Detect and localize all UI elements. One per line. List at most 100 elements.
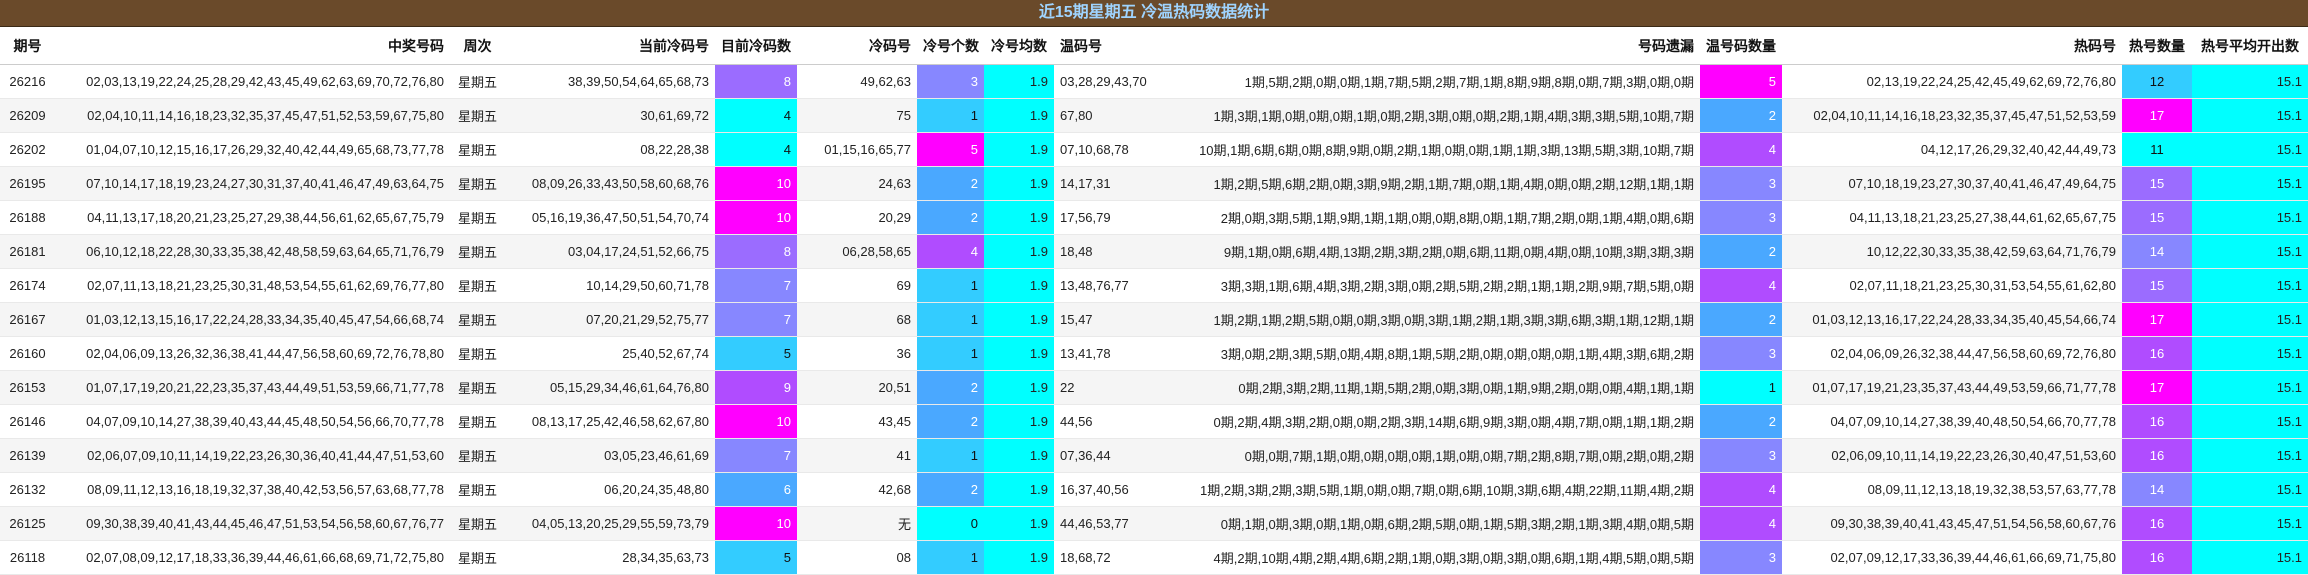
cell-cold: 43,45 xyxy=(797,404,917,439)
cell-cold-count: 1 xyxy=(917,438,984,473)
cell-cold-avg: 1.9 xyxy=(984,132,1054,167)
table-row: 26153 01,07,17,19,20,21,22,23,35,37,43,4… xyxy=(0,370,2308,405)
cell-weekday: 星期五 xyxy=(450,64,505,99)
cell-winning-numbers: 02,04,10,11,14,16,18,23,32,35,37,45,47,5… xyxy=(55,98,450,133)
cell-warm-count: 4 xyxy=(1700,132,1782,167)
cell-miss: 1期,2期,1期,2期,5期,0期,0期,3期,0期,3期,1期,2期,1期,3… xyxy=(1174,302,1700,337)
cell-hot: 01,07,17,19,21,23,35,37,43,44,49,53,59,6… xyxy=(1782,370,2122,405)
header-weekday: 周次 xyxy=(450,27,505,65)
table-row: 26216 02,03,13,19,22,24,25,28,29,42,43,4… xyxy=(0,64,2308,99)
cell-warm: 15,47 xyxy=(1054,302,1174,337)
cell-hot-count: 15 xyxy=(2122,200,2192,235)
cell-current-cold: 28,34,35,63,73 xyxy=(505,540,715,575)
panel-title: 近15期星期五 冷温热码数据统计 xyxy=(0,0,2308,27)
cell-hot-count: 15 xyxy=(2122,268,2192,303)
cell-current-cold: 05,16,19,36,47,50,51,54,70,74 xyxy=(505,200,715,235)
cell-hot: 04,11,13,18,21,23,25,27,38,44,61,62,65,6… xyxy=(1782,200,2122,235)
cell-miss: 3期,3期,1期,6期,4期,3期,2期,3期,0期,2期,5期,2期,2期,1… xyxy=(1174,268,1700,303)
cell-cold-avg: 1.9 xyxy=(984,370,1054,405)
cell-warm: 07,36,44 xyxy=(1054,438,1174,473)
table-row: 26181 06,10,12,18,22,28,30,33,35,38,42,4… xyxy=(0,234,2308,269)
cell-warm-count: 2 xyxy=(1700,98,1782,133)
cell-miss: 3期,0期,2期,3期,5期,0期,4期,8期,1期,5期,2期,0期,0期,0… xyxy=(1174,336,1700,371)
cell-current-cold: 07,20,21,29,52,75,77 xyxy=(505,302,715,337)
cell-hot-count: 17 xyxy=(2122,302,2192,337)
cell-cold-count: 2 xyxy=(917,166,984,201)
cell-hot: 08,09,11,12,13,18,19,32,38,53,57,63,77,7… xyxy=(1782,472,2122,507)
cell-hot: 04,07,09,10,14,27,38,39,40,48,50,54,66,7… xyxy=(1782,404,2122,439)
cell-current-cold-count: 10 xyxy=(715,404,797,439)
cell-cold-count: 0 xyxy=(917,506,984,541)
table-row: 26174 02,07,11,13,18,21,23,25,30,31,48,5… xyxy=(0,268,2308,303)
cell-weekday: 星期五 xyxy=(450,268,505,303)
cell-hot-avg: 15.1 xyxy=(2192,506,2308,541)
cell-hot-count: 16 xyxy=(2122,438,2192,473)
cell-hot-avg: 15.1 xyxy=(2192,370,2308,405)
cell-hot-count: 14 xyxy=(2122,234,2192,269)
cell-hot: 02,04,06,09,26,32,38,44,47,56,58,60,69,7… xyxy=(1782,336,2122,371)
cell-cold: 41 xyxy=(797,438,917,473)
cell-cold-avg: 1.9 xyxy=(984,404,1054,439)
cell-issue: 26202 xyxy=(0,132,55,167)
cell-hot: 02,07,09,12,17,33,36,39,44,46,61,66,69,7… xyxy=(1782,540,2122,575)
cell-warm: 18,48 xyxy=(1054,234,1174,269)
cell-weekday: 星期五 xyxy=(450,540,505,575)
cell-hot-count: 16 xyxy=(2122,404,2192,439)
cell-issue: 26167 xyxy=(0,302,55,337)
cell-hot-count: 17 xyxy=(2122,370,2192,405)
cell-warm-count: 5 xyxy=(1700,64,1782,99)
cell-hot-avg: 15.1 xyxy=(2192,438,2308,473)
cell-miss: 4期,2期,10期,4期,2期,4期,6期,2期,1期,0期,3期,0期,3期,… xyxy=(1174,540,1700,575)
cell-hot-avg: 15.1 xyxy=(2192,268,2308,303)
cell-cold: 06,28,58,65 xyxy=(797,234,917,269)
cell-issue: 26195 xyxy=(0,166,55,201)
cell-current-cold: 38,39,50,54,64,65,68,73 xyxy=(505,64,715,99)
cell-hot: 04,12,17,26,29,32,40,42,44,49,73 xyxy=(1782,132,2122,167)
cell-hot-avg: 15.1 xyxy=(2192,472,2308,507)
cell-warm: 07,10,68,78 xyxy=(1054,132,1174,167)
cell-cold-avg: 1.9 xyxy=(984,506,1054,541)
cell-weekday: 星期五 xyxy=(450,370,505,405)
cell-hot-count: 14 xyxy=(2122,472,2192,507)
cell-warm: 03,28,29,43,70 xyxy=(1054,64,1174,99)
cell-current-cold-count: 5 xyxy=(715,540,797,575)
cell-miss: 0期,0期,7期,1期,0期,0期,0期,0期,1期,0期,0期,7期,2期,8… xyxy=(1174,438,1700,473)
cell-weekday: 星期五 xyxy=(450,438,505,473)
cell-cold-count: 1 xyxy=(917,302,984,337)
table-row: 26195 07,10,14,17,18,19,23,24,27,30,31,3… xyxy=(0,166,2308,201)
cell-cold-avg: 1.9 xyxy=(984,438,1054,473)
cell-hot-avg: 15.1 xyxy=(2192,540,2308,575)
header-hot-avg: 热号平均开出数 xyxy=(2192,27,2308,65)
cell-issue: 26181 xyxy=(0,234,55,269)
table-row: 26167 01,03,12,13,15,16,17,22,24,28,33,3… xyxy=(0,302,2308,337)
cell-hot-avg: 15.1 xyxy=(2192,336,2308,371)
cell-weekday: 星期五 xyxy=(450,336,505,371)
cell-warm-count: 2 xyxy=(1700,302,1782,337)
cell-warm-count: 3 xyxy=(1700,200,1782,235)
cell-cold-count: 1 xyxy=(917,268,984,303)
cell-cold-avg: 1.9 xyxy=(984,64,1054,99)
cell-cold-avg: 1.9 xyxy=(984,336,1054,371)
cell-cold: 69 xyxy=(797,268,917,303)
table-row: 26139 02,06,07,09,10,11,14,19,22,23,26,3… xyxy=(0,438,2308,473)
cell-hot-avg: 15.1 xyxy=(2192,64,2308,99)
cell-cold-avg: 1.9 xyxy=(984,98,1054,133)
cell-warm-count: 1 xyxy=(1700,370,1782,405)
cell-cold: 36 xyxy=(797,336,917,371)
cell-warm-count: 3 xyxy=(1700,540,1782,575)
cell-warm: 18,68,72 xyxy=(1054,540,1174,575)
table-row: 26118 02,07,08,09,12,17,18,33,36,39,44,4… xyxy=(0,540,2308,575)
cell-warm-count: 4 xyxy=(1700,268,1782,303)
cell-warm: 13,41,78 xyxy=(1054,336,1174,371)
cell-weekday: 星期五 xyxy=(450,200,505,235)
cell-cold: 49,62,63 xyxy=(797,64,917,99)
table-row: 26132 08,09,11,12,13,16,18,19,32,37,38,4… xyxy=(0,472,2308,507)
cell-cold-avg: 1.9 xyxy=(984,302,1054,337)
cell-issue: 26160 xyxy=(0,336,55,371)
cell-cold-count: 5 xyxy=(917,132,984,167)
header-hot-count: 热号数量 xyxy=(2122,27,2192,65)
cell-warm-count: 3 xyxy=(1700,438,1782,473)
cell-issue: 26216 xyxy=(0,64,55,99)
cell-warm: 17,56,79 xyxy=(1054,200,1174,235)
cell-hot-avg: 15.1 xyxy=(2192,132,2308,167)
